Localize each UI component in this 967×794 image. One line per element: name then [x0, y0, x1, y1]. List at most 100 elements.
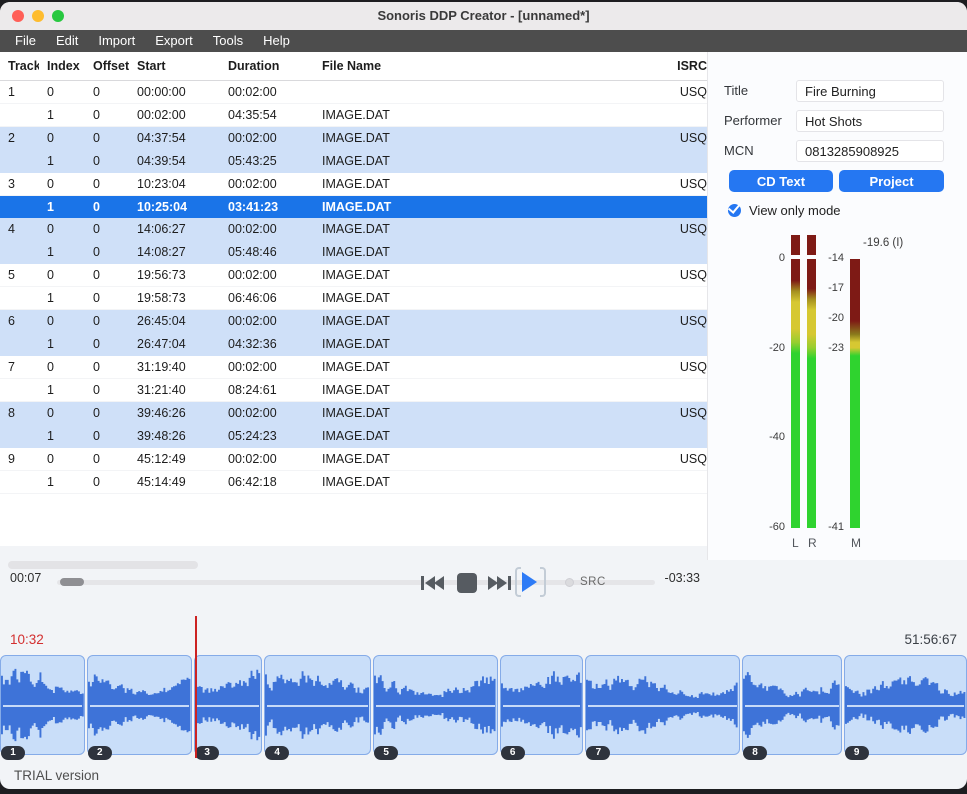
cell-offset: 0 [85, 333, 129, 356]
cell-index: 1 [39, 150, 85, 173]
track-number-badge: 4 [265, 746, 289, 760]
table-row[interactable]: 20004:37:5400:02:00IMAGE.DATUSQ [0, 127, 707, 150]
waveform-segment[interactable]: 7 [585, 655, 740, 755]
playhead-position-label: 10:32 [10, 632, 44, 647]
column-header-isrc[interactable]: ISRC [636, 52, 707, 81]
table-row[interactable]: 50019:56:7300:02:00IMAGE.DATUSQ [0, 264, 707, 287]
table-row[interactable]: 30010:23:0400:02:00IMAGE.DATUSQ [0, 173, 707, 196]
cell-start: 10:25:04 [129, 196, 220, 219]
cell-isrc: USQ [636, 264, 707, 287]
src-label: SRC [580, 576, 606, 588]
table-row[interactable]: 40014:06:2700:02:00IMAGE.DATUSQ [0, 218, 707, 241]
column-header-track[interactable]: Track [0, 52, 39, 81]
waveform-segment[interactable]: 9 [844, 655, 967, 755]
focus-bracket-right-icon [540, 567, 546, 597]
cell-duration: 00:02:00 [220, 218, 314, 241]
menu-item-tools[interactable]: Tools [203, 30, 253, 52]
waveform-center-line [267, 705, 368, 707]
cell-duration: 00:02:00 [220, 310, 314, 333]
cell-isrc: USQ [636, 356, 707, 379]
waveform-segment[interactable]: 4 [264, 655, 371, 755]
cell-isrc: USQ [636, 218, 707, 241]
cell-offset: 0 [85, 402, 129, 425]
track-number-badge: 3 [195, 746, 219, 760]
menu-item-help[interactable]: Help [253, 30, 300, 52]
column-header-start[interactable]: Start [129, 52, 220, 81]
src-indicator-led[interactable] [565, 578, 574, 587]
play-button[interactable] [515, 567, 546, 597]
cell-duration: 00:02:00 [220, 81, 314, 104]
waveform-segment[interactable]: 2 [87, 655, 192, 755]
cell-track [0, 287, 39, 310]
cell-offset: 0 [85, 218, 129, 241]
cell-file: IMAGE.DAT [314, 150, 636, 173]
cell-index: 0 [39, 127, 85, 150]
cell-isrc: USQ [636, 81, 707, 104]
cell-duration: 00:02:00 [220, 264, 314, 287]
waveform-segment[interactable]: 3 [194, 655, 262, 755]
cell-start: 04:37:54 [129, 127, 220, 150]
menu-item-file[interactable]: File [5, 30, 46, 52]
meter-channel-label: M [851, 536, 861, 550]
project-button[interactable]: Project [839, 170, 944, 192]
menu-item-edit[interactable]: Edit [46, 30, 88, 52]
table-row[interactable]: 60026:45:0400:02:00IMAGE.DATUSQ [0, 310, 707, 333]
table-row[interactable]: 90045:12:4900:02:00IMAGE.DATUSQ [0, 448, 707, 471]
table-row[interactable]: 1045:14:4906:42:18IMAGE.DAT [0, 471, 707, 494]
column-header-file-name[interactable]: File Name [314, 52, 636, 81]
cell-start: 45:12:49 [129, 448, 220, 471]
cell-track [0, 379, 39, 402]
cell-index: 1 [39, 379, 85, 402]
table-row[interactable]: 1026:47:0404:32:36IMAGE.DAT [0, 333, 707, 356]
stop-button[interactable] [456, 572, 478, 594]
column-header-index[interactable]: Index [39, 52, 85, 81]
cell-file: IMAGE.DAT [314, 471, 636, 494]
waveform-segment[interactable]: 8 [742, 655, 842, 755]
cell-start: 39:46:26 [129, 402, 220, 425]
cell-start: 19:58:73 [129, 287, 220, 310]
cell-file: IMAGE.DAT [314, 173, 636, 196]
playhead-line[interactable] [195, 616, 197, 758]
column-header-duration[interactable]: Duration [220, 52, 314, 81]
waveform-image [194, 655, 262, 755]
waveform-center-line [90, 705, 189, 707]
cell-file: IMAGE.DAT [314, 379, 636, 402]
cell-duration: 06:46:06 [220, 287, 314, 310]
cell-file: IMAGE.DAT [314, 127, 636, 150]
previous-track-button[interactable] [420, 573, 444, 593]
table-row[interactable]: 1004:39:5405:43:25IMAGE.DAT [0, 150, 707, 173]
table-row[interactable]: 1039:48:2605:24:23IMAGE.DAT [0, 425, 707, 448]
table-row[interactable]: 1014:08:2705:48:46IMAGE.DAT [0, 241, 707, 264]
table-row[interactable]: 10000:00:0000:02:00USQ [0, 81, 707, 104]
focus-bracket-left-icon [515, 567, 521, 597]
cell-file: IMAGE.DAT [314, 196, 636, 219]
column-header-offset[interactable]: Offset [85, 52, 129, 81]
menu-item-import[interactable]: Import [88, 30, 145, 52]
cell-isrc [636, 196, 707, 219]
waveform-segment[interactable]: 5 [373, 655, 497, 755]
table-row[interactable]: 1000:02:0004:35:54IMAGE.DAT [0, 104, 707, 127]
table-row[interactable]: 1019:58:7306:46:06IMAGE.DAT [0, 287, 707, 310]
meter-scale-label: -17 [828, 282, 844, 294]
cell-file: IMAGE.DAT [314, 448, 636, 471]
table-row[interactable]: 80039:46:2600:02:00IMAGE.DATUSQ [0, 402, 707, 425]
next-track-button[interactable] [488, 573, 512, 593]
cell-track: 5 [0, 264, 39, 287]
cell-isrc [636, 333, 707, 356]
track-number-badge: 2 [88, 746, 112, 760]
waveform-center-line [745, 705, 839, 707]
cell-offset: 0 [85, 448, 129, 471]
cell-duration: 06:42:18 [220, 471, 314, 494]
table-row[interactable]: 1031:21:4008:24:61IMAGE.DAT [0, 379, 707, 402]
track-list-panel: TrackIndexOffsetStartDurationFile NameIS… [0, 52, 707, 546]
cell-duration: 05:43:25 [220, 150, 314, 173]
waveform-strip: 123456789 [0, 655, 967, 755]
waveform-segment[interactable]: 6 [500, 655, 584, 755]
cell-isrc [636, 287, 707, 310]
waveform-segment[interactable]: 1 [0, 655, 85, 755]
cell-duration: 08:24:61 [220, 379, 314, 402]
menu-item-export[interactable]: Export [145, 30, 203, 52]
table-row[interactable]: 1010:25:0403:41:23IMAGE.DAT [0, 196, 707, 219]
table-row[interactable]: 70031:19:4000:02:00IMAGE.DATUSQ [0, 356, 707, 379]
cell-file: IMAGE.DAT [314, 310, 636, 333]
